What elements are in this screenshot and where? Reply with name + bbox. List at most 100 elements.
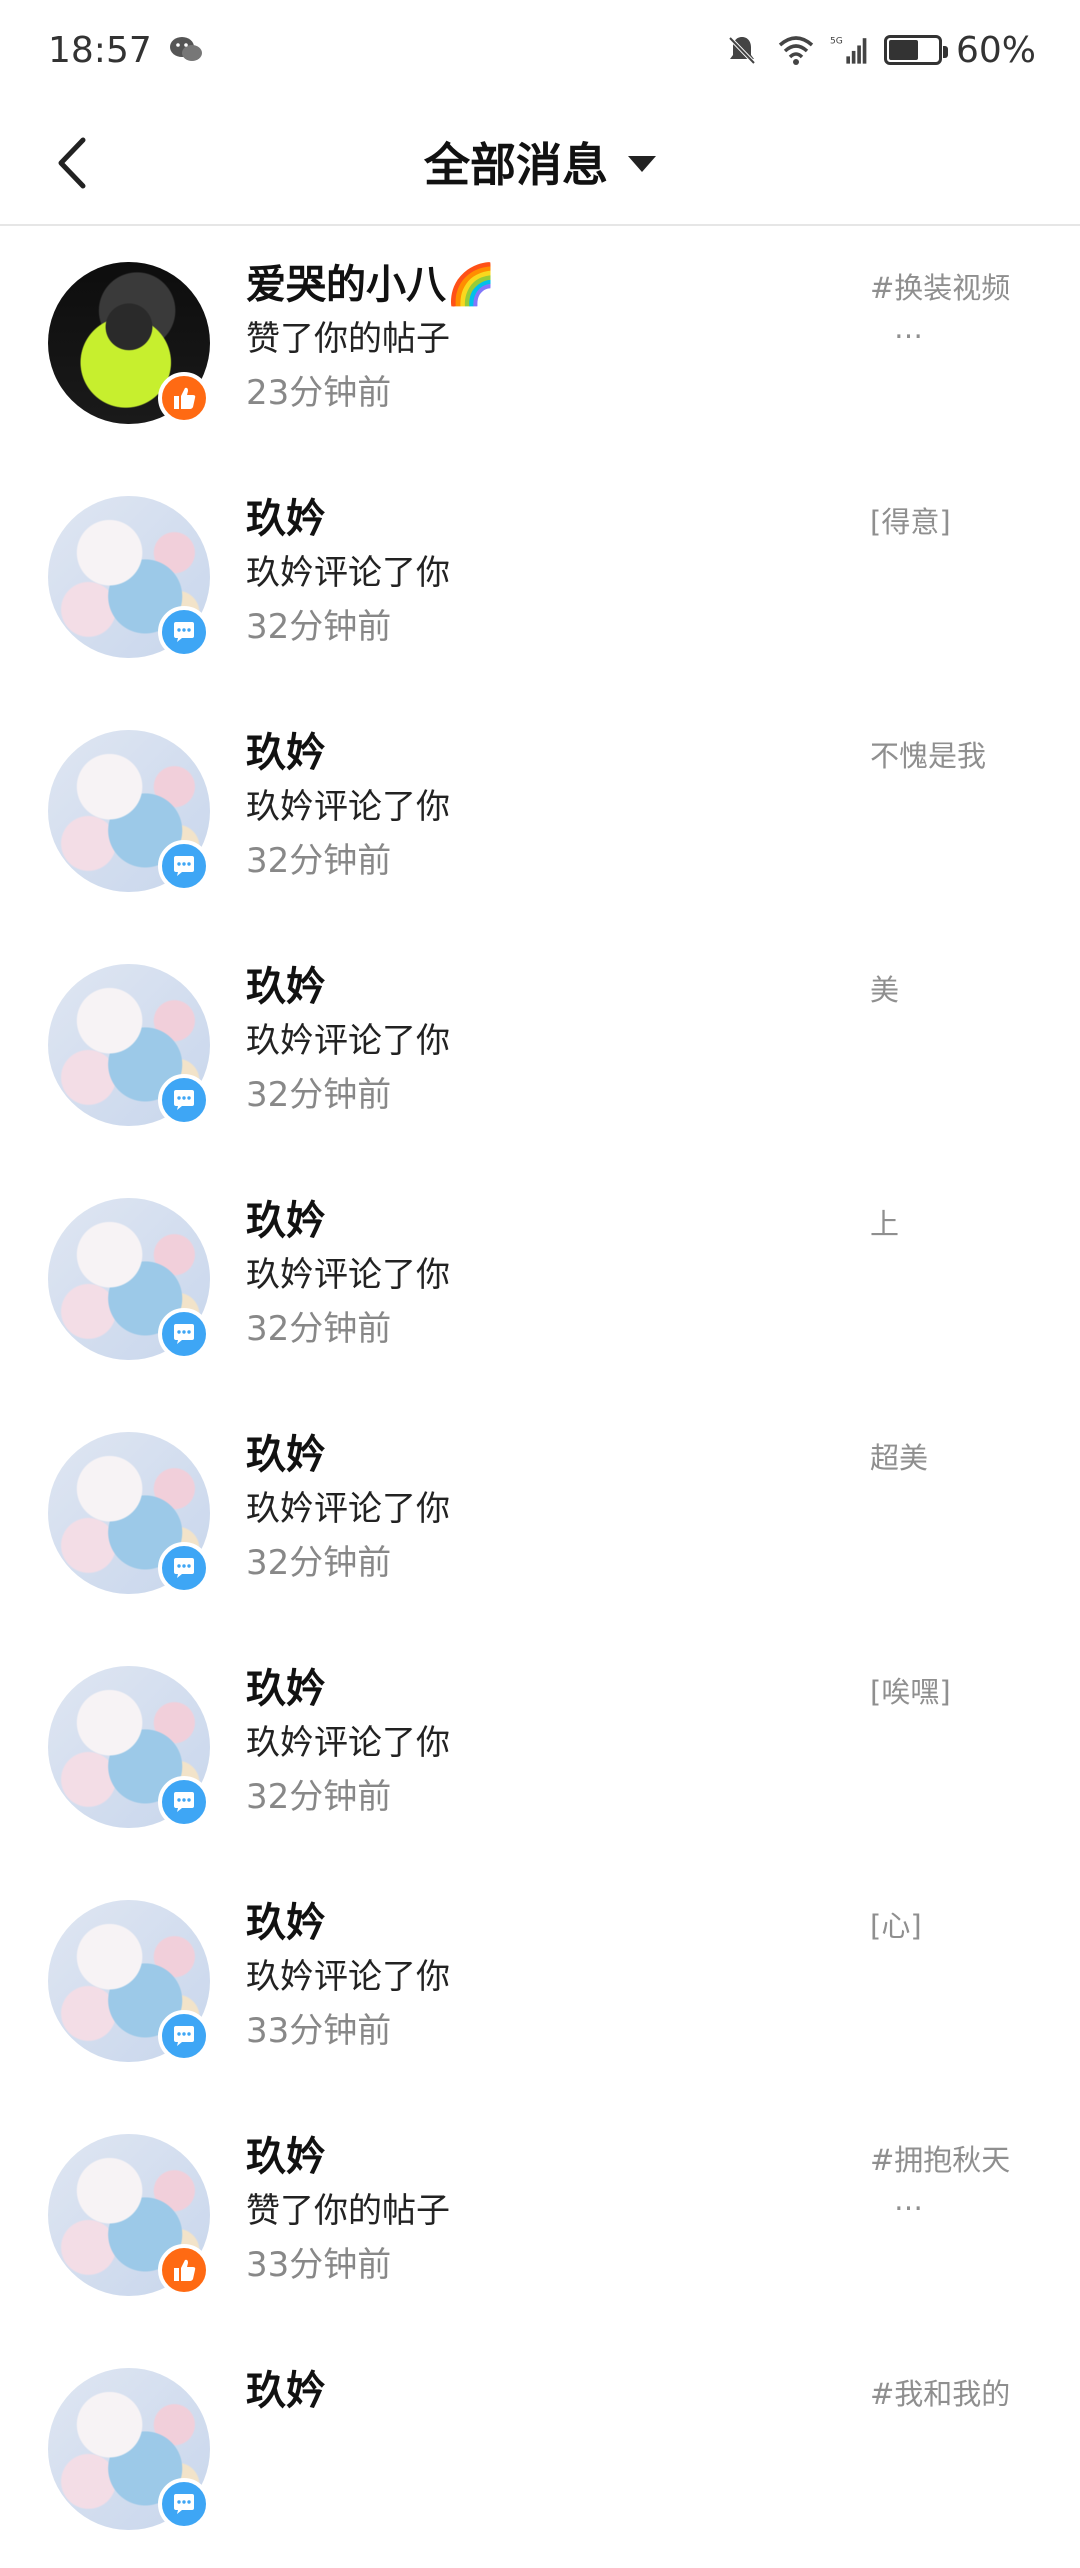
comment-icon [158, 2010, 210, 2062]
post-preview[interactable]: 上 [870, 1204, 1020, 1244]
preview-ellipsis: … [894, 311, 923, 345]
comment-icon [158, 1074, 210, 1126]
top-bar: 全部消息 [0, 100, 1080, 226]
preview-text: #换装视频 [870, 271, 1011, 305]
chevron-left-icon [58, 137, 86, 189]
message-text: 玖妗 玖妗评论了你 32分钟前 [246, 1428, 846, 1590]
preview-text: [得意] [870, 505, 951, 539]
message-time: 33分钟前 [246, 2245, 392, 2285]
post-preview[interactable]: #我和我的 [870, 2374, 1020, 2454]
sender-name: 玖妗 [246, 1666, 326, 1712]
preview-text: 美 [870, 973, 900, 1007]
message-time: 32分钟前 [246, 1075, 392, 1115]
message-action: 玖妗评论了你 [246, 1021, 450, 1061]
sender-name: 玖妗 [246, 2368, 326, 2414]
preview-ellipsis: … [894, 2183, 923, 2217]
message-text: 玖妗 玖妗评论了你 32分钟前 [246, 492, 846, 654]
message-text: 玖妗 玖妗评论了你 32分钟前 [246, 726, 846, 888]
sender-name: 玖妗 [246, 2134, 326, 2180]
message-time: 23分钟前 [246, 373, 392, 413]
sender-name: 玖妗 [246, 964, 326, 1010]
avatar-button[interactable] [48, 1900, 210, 2062]
post-preview[interactable]: #换装视频 … [870, 268, 1020, 348]
thumbs-up-icon [158, 372, 210, 424]
avatar-button[interactable] [48, 262, 210, 424]
message-action: 玖妗评论了你 [246, 1957, 450, 1997]
sender-name: 爱哭的小八🌈 [246, 262, 496, 308]
message-time: 32分钟前 [246, 841, 392, 881]
avatar-button[interactable] [48, 1432, 210, 1594]
post-preview[interactable]: 超美 [870, 1438, 1020, 1478]
post-preview[interactable]: [心] [870, 1906, 1020, 1946]
message-row[interactable]: 玖妗 玖妗评论了你 32分钟前 [得意] [0, 462, 1080, 696]
preview-text: 不愧是我 [870, 739, 987, 773]
preview-text: #拥抱秋天 [870, 2143, 1011, 2177]
page-title: 全部消息 [424, 138, 608, 192]
preview-text: [唉嘿] [870, 1675, 951, 1709]
message-row[interactable]: 玖妗 赞了你的帖子 33分钟前 #拥抱秋天 … [0, 2100, 1080, 2334]
sender-name: 玖妗 [246, 1900, 326, 1946]
wifi-icon [776, 30, 816, 70]
comment-icon [158, 1542, 210, 1594]
preview-text: 超美 [870, 1441, 929, 1475]
comment-icon [158, 2478, 210, 2530]
status-left: 18:57 [48, 30, 206, 71]
preview-text: [心] [870, 1909, 922, 1943]
message-time: 32分钟前 [246, 1543, 392, 1583]
message-text: 玖妗 玖妗评论了你 33分钟前 [246, 1896, 846, 2058]
message-text: 玖妗 [246, 2364, 846, 2418]
message-action: 赞了你的帖子 [246, 319, 450, 359]
avatar-button[interactable] [48, 730, 210, 892]
sender-name: 玖妗 [246, 496, 326, 542]
message-action: 玖妗评论了你 [246, 787, 450, 827]
sender-name: 玖妗 [246, 1198, 326, 1244]
battery-percent: 60% [955, 29, 1036, 71]
post-preview[interactable]: 不愧是我 [870, 736, 1020, 776]
message-row[interactable]: 爱哭的小八🌈 赞了你的帖子 23分钟前 #换装视频 … [0, 228, 1080, 462]
message-time: 33分钟前 [246, 2011, 392, 2051]
post-preview[interactable]: [得意] [870, 502, 1020, 542]
message-action: 赞了你的帖子 [246, 2191, 450, 2231]
message-action: 玖妗评论了你 [246, 1255, 450, 1295]
message-row[interactable]: 玖妗 玖妗评论了你 33分钟前 [心] [0, 1866, 1080, 2100]
avatar-button[interactable] [48, 2368, 210, 2530]
message-row[interactable]: 玖妗 玖妗评论了你 32分钟前 [唉嘿] [0, 1632, 1080, 1866]
signal-icon: 5G [830, 30, 870, 70]
avatar-button[interactable] [48, 964, 210, 1126]
avatar-button[interactable] [48, 1198, 210, 1360]
message-row[interactable]: 玖妗 玖妗评论了你 32分钟前 美 [0, 930, 1080, 1164]
comment-icon [158, 1776, 210, 1828]
avatar-button[interactable] [48, 2134, 210, 2296]
message-action: 玖妗评论了你 [246, 1723, 450, 1763]
post-preview[interactable]: [唉嘿] [870, 1672, 1020, 1712]
preview-text: #我和我的 [870, 2377, 1011, 2411]
message-text: 玖妗 玖妗评论了你 32分钟前 [246, 1662, 846, 1824]
post-preview[interactable]: #拥抱秋天 … [870, 2140, 1020, 2220]
comment-icon [158, 840, 210, 892]
caret-down-icon [628, 156, 656, 172]
back-button[interactable] [40, 130, 106, 196]
battery-level [888, 40, 918, 60]
message-filter-dropdown[interactable]: 全部消息 [424, 129, 656, 195]
message-row[interactable]: 玖妗 #我和我的 [0, 2334, 1080, 2568]
message-list: 爱哭的小八🌈 赞了你的帖子 23分钟前 #换装视频 … 玖妗 玖妗评论了你 32分… [0, 228, 1080, 2568]
post-preview[interactable]: 美 [870, 970, 1020, 1010]
message-row[interactable]: 玖妗 玖妗评论了你 32分钟前 不愧是我 [0, 696, 1080, 930]
status-time: 18:57 [48, 29, 152, 71]
message-text: 爱哭的小八🌈 赞了你的帖子 23分钟前 [246, 258, 846, 420]
sender-name: 玖妗 [246, 1432, 326, 1478]
status-bar: 18:57 5G 60% [0, 0, 1080, 100]
message-row[interactable]: 玖妗 玖妗评论了你 32分钟前 超美 [0, 1398, 1080, 1632]
message-text: 玖妗 赞了你的帖子 33分钟前 [246, 2130, 846, 2292]
message-row[interactable]: 玖妗 玖妗评论了你 32分钟前 上 [0, 1164, 1080, 1398]
comment-icon [158, 606, 210, 658]
message-text: 玖妗 玖妗评论了你 32分钟前 [246, 1194, 846, 1356]
sender-name: 玖妗 [246, 730, 326, 776]
message-text: 玖妗 玖妗评论了你 32分钟前 [246, 960, 846, 1122]
mute-bell-icon [722, 30, 762, 70]
comment-icon [158, 1308, 210, 1360]
status-right: 5G 60% [722, 30, 1036, 71]
message-time: 32分钟前 [246, 1309, 392, 1349]
avatar-button[interactable] [48, 1666, 210, 1828]
avatar-button[interactable] [48, 496, 210, 658]
